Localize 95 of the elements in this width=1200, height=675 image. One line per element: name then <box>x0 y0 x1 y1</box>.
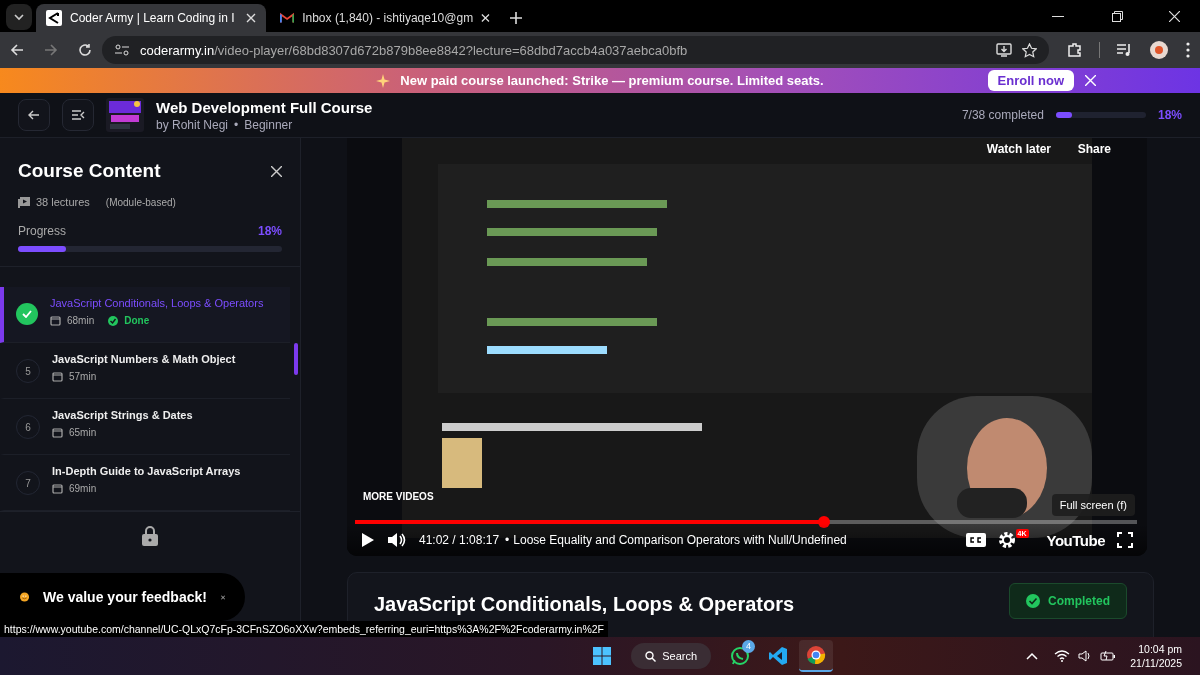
lecture-item[interactable]: JavaScript Conditionals, Loops & Operators 68min Done <box>0 287 290 343</box>
lecture-duration: 69min <box>69 483 97 494</box>
lecture-title: JavaScript Numbers & Math Object <box>52 353 236 365</box>
done-label: Done <box>124 315 150 326</box>
extensions-icon[interactable] <box>1067 42 1083 58</box>
close-icon[interactable] <box>271 165 282 177</box>
completed-count: 7/38 completed <box>961 108 1044 122</box>
volume-icon <box>1078 650 1093 662</box>
enroll-button[interactable]: Enroll now <box>987 70 1074 91</box>
forward-icon[interactable] <box>44 43 58 57</box>
site-logo-icon <box>46 10 62 26</box>
video-time: 41:02 / 1:08:17 <box>419 533 500 547</box>
lecture-item[interactable]: 5 JavaScript Numbers & Math Object 57min <box>0 343 290 399</box>
progress-label: Progress <box>18 224 67 238</box>
lecture-duration: 68min <box>67 315 95 326</box>
back-icon <box>28 109 40 121</box>
tab-list-button[interactable] <box>6 4 32 30</box>
lecture-item[interactable]: 6 JavaScript Strings & Dates 65min <box>0 399 290 455</box>
check-icon <box>1026 594 1040 608</box>
mail-icon <box>280 12 295 24</box>
menu-icon <box>71 109 85 121</box>
search-button[interactable]: Search <box>631 643 712 669</box>
calendar-icon <box>52 371 63 382</box>
lecture-item[interactable]: 7 In-Depth Guide to JavaScript Arrays 69min <box>0 455 290 511</box>
media-controls-icon[interactable] <box>1116 43 1132 57</box>
calendar-icon <box>52 483 63 494</box>
chevron-down-icon <box>13 11 25 23</box>
browser-tab[interactable]: Coder Army | Learn Coding in I <box>36 4 266 32</box>
banner-text: New paid course launched: Strike — premium course. Limited seats. <box>400 73 824 88</box>
feedback-text: We value your feedback! <box>43 589 207 605</box>
scrollbar-thumb[interactable] <box>294 343 298 375</box>
address-bar[interactable]: coderarmy.in/video-player/68bd8307d672b879b8ee8842?lecture=68dbd7accb4a037aebca0bfb <box>102 36 1049 64</box>
video-library-icon <box>18 196 30 208</box>
chevron-up-icon[interactable] <box>1026 652 1039 660</box>
feedback-toast[interactable]: We value your feedback! <box>0 573 245 621</box>
progress-percent: 18% <box>1157 108 1182 122</box>
profile-avatar-icon[interactable] <box>1150 41 1168 59</box>
notification-badge: 4 <box>742 640 756 653</box>
fullscreen-tooltip: Full screen (f) <box>1051 494 1135 516</box>
completed-badge: Completed <box>1009 583 1127 619</box>
reload-icon[interactable] <box>78 43 92 57</box>
status-bar-url: https://www.youtube.com/channel/UC-QLxQ7cFp-3CFnSZO6oXXw?embeds_referring_euri=https%3A%2F%2Fcoderarmy.in%2F <box>0 621 609 637</box>
check-icon <box>108 315 119 326</box>
sidebar-toggle-button[interactable] <box>62 99 94 131</box>
sparkle-icon <box>376 73 391 88</box>
lecture-title: JavaScript Conditionals, Loops & Operators <box>50 297 264 309</box>
back-button[interactable] <box>18 99 50 131</box>
share-button[interactable]: Share <box>1077 142 1111 156</box>
calendar-icon <box>50 315 61 326</box>
volume-icon[interactable] <box>387 532 407 548</box>
course-author: by Rohit Negi <box>156 117 229 132</box>
browser-logo-icon <box>806 645 827 665</box>
bookmark-star-icon[interactable] <box>1022 42 1037 58</box>
lock-icon <box>142 526 158 546</box>
lecture-duration: 57min <box>69 371 97 382</box>
browser-tab[interactable]: Inbox (1,840) - ishtiyaqe10@gm <box>270 4 500 32</box>
play-icon[interactable] <box>361 532 375 548</box>
separator-dot: • <box>234 117 239 132</box>
wifi-icon <box>1054 650 1071 662</box>
fullscreen-icon[interactable] <box>1117 532 1133 548</box>
calendar-icon <box>52 427 63 438</box>
close-icon[interactable] <box>246 13 256 23</box>
youtube-logo[interactable]: YouTube <box>1046 531 1105 549</box>
install-app-icon[interactable] <box>996 43 1012 57</box>
lecture-duration: 65min <box>69 427 97 438</box>
close-window-icon[interactable] <box>1169 11 1180 22</box>
back-icon[interactable] <box>10 43 24 57</box>
check-icon <box>16 303 38 325</box>
course-mode: (Module-based) <box>105 196 176 208</box>
close-icon[interactable] <box>481 13 490 23</box>
course-level: Beginner <box>244 117 293 132</box>
clock[interactable]: 10:04 pm 21/11/2025 <box>1130 642 1182 670</box>
lecture-title: JavaScript Strings & Dates <box>52 409 193 421</box>
captions-icon[interactable] <box>965 533 986 547</box>
windows-logo-icon <box>593 647 612 665</box>
lecture-count: 38 lectures <box>36 196 90 208</box>
progress-percent: 18% <box>257 224 282 238</box>
settings-icon[interactable] <box>997 531 1016 549</box>
browser-button[interactable] <box>799 640 834 672</box>
watch-later-button[interactable]: Watch later <box>986 142 1051 156</box>
more-videos-button[interactable]: MORE VIDEOS <box>363 491 434 502</box>
menu-icon[interactable] <box>1186 42 1190 58</box>
search-icon <box>645 650 657 662</box>
system-tray[interactable] <box>1054 650 1117 662</box>
battery-icon <box>1100 650 1117 662</box>
course-title: Web Development Full Course <box>156 98 373 116</box>
sidebar-title: Course Content <box>18 160 161 182</box>
new-tab-icon[interactable] <box>510 12 522 24</box>
code-editor-icon <box>768 646 789 666</box>
video-title[interactable]: Loose Equality and Comparison Operators with Null/Undefined <box>513 533 847 547</box>
minimize-icon[interactable] <box>1052 16 1064 18</box>
lecture-title: In-Depth Guide to JavaScript Arrays <box>52 465 241 477</box>
site-settings-icon[interactable] <box>114 43 130 57</box>
restore-icon[interactable] <box>1112 11 1123 22</box>
separator-dot: • <box>505 533 510 547</box>
